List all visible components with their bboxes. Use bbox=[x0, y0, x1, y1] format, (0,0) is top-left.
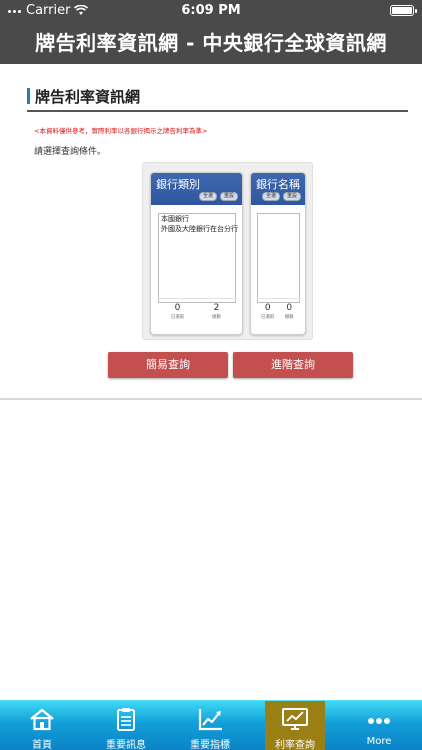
bank-type-card: 銀行類別 全選 重設 本國銀行 外國及大陸銀行在台分行 0 已選取 2 總數 bbox=[150, 172, 243, 335]
count-caption: 總數 bbox=[284, 315, 294, 320]
count-value: 0 bbox=[264, 303, 271, 313]
tab-more-label: More bbox=[366, 736, 392, 747]
bank-type-total-count: 2 總數 bbox=[197, 299, 236, 326]
disclaimer-text: <本資料僅供參考，實際利率以各銀行揭示之牌告利率為準> bbox=[34, 127, 208, 135]
count-caption: 已選取 bbox=[170, 315, 185, 320]
bank-type-counts: 0 已選取 2 總數 bbox=[158, 298, 236, 326]
tab-bar: 首頁 重要訊息 重要指標 利率查詢 More bbox=[0, 700, 422, 750]
tab-indicators-label: 重要指標 bbox=[190, 740, 230, 750]
bank-name-listbox[interactable] bbox=[257, 213, 300, 303]
bank-type-option[interactable]: 外國及大陸銀行在台分行 bbox=[159, 224, 238, 234]
app-title: 牌告利率資訊網 - 中央銀行全球資訊網 bbox=[0, 22, 422, 64]
tab-indicators[interactable]: 重要指標 bbox=[171, 701, 249, 750]
battery-icon bbox=[390, 5, 417, 16]
chart-icon bbox=[198, 709, 222, 731]
clipboard-icon bbox=[117, 708, 135, 731]
tab-news[interactable]: 重要訊息 bbox=[87, 701, 165, 750]
bank-name-card: 銀行名稱 全選 重設 0 已選取 0 總數 bbox=[250, 172, 306, 335]
query-prompt: 請選擇查詢條件。 bbox=[34, 147, 107, 157]
more-icon bbox=[368, 718, 390, 724]
bank-type-selected-count: 0 已選取 bbox=[158, 299, 197, 326]
page-heading: 牌告利率資訊網 bbox=[27, 86, 408, 112]
bank-name-reset-button[interactable]: 重設 bbox=[282, 192, 301, 201]
bank-type-reset-button[interactable]: 重設 bbox=[219, 192, 238, 201]
bank-type-listbox[interactable]: 本國銀行 外國及大陸銀行在台分行 bbox=[158, 213, 238, 303]
tab-news-label: 重要訊息 bbox=[106, 740, 146, 750]
bank-type-select-all-button[interactable]: 全選 bbox=[198, 192, 217, 201]
bank-type-header: 銀行類別 全選 重設 bbox=[151, 173, 242, 205]
bank-name-title: 銀行名稱 bbox=[256, 178, 300, 191]
count-value: 2 bbox=[213, 303, 220, 313]
tab-rate-query-label: 利率查詢 bbox=[275, 740, 315, 750]
tab-home-label: 首頁 bbox=[32, 740, 52, 750]
tab-more[interactable]: More bbox=[340, 701, 418, 750]
bank-type-option[interactable]: 本國銀行 bbox=[159, 214, 235, 224]
page-title: 牌告利率資訊網 bbox=[35, 88, 141, 106]
count-value: 0 bbox=[286, 303, 293, 313]
bank-name-header: 銀行名稱 全選 重設 bbox=[251, 173, 305, 205]
simple-query-button[interactable]: 簡易查詢 bbox=[108, 352, 228, 378]
bank-name-selected-count: 0 已選取 bbox=[257, 299, 279, 326]
home-icon bbox=[30, 708, 54, 731]
monitor-chart-icon bbox=[282, 708, 308, 730]
tab-home[interactable]: 首頁 bbox=[3, 701, 81, 750]
bank-name-counts: 0 已選取 0 總數 bbox=[257, 298, 300, 326]
count-caption: 已選取 bbox=[261, 315, 275, 320]
clock: 6:09 PM bbox=[181, 3, 241, 18]
bank-type-title: 銀行類別 bbox=[156, 178, 200, 191]
count-value: 0 bbox=[174, 303, 181, 313]
bank-name-select-all-button[interactable]: 全選 bbox=[261, 192, 280, 201]
tab-rate-query[interactable]: 利率查詢 bbox=[265, 701, 325, 750]
advanced-query-button[interactable]: 進階查詢 bbox=[233, 352, 353, 378]
count-caption: 總數 bbox=[212, 315, 221, 320]
bank-name-total-count: 0 總數 bbox=[279, 299, 301, 326]
filter-panel: 銀行類別 全選 重設 本國銀行 外國及大陸銀行在台分行 0 已選取 2 總數 銀… bbox=[142, 162, 313, 340]
status-bar: Carrier 6:09 PM bbox=[0, 0, 422, 22]
heading-accent-bar bbox=[27, 88, 30, 104]
